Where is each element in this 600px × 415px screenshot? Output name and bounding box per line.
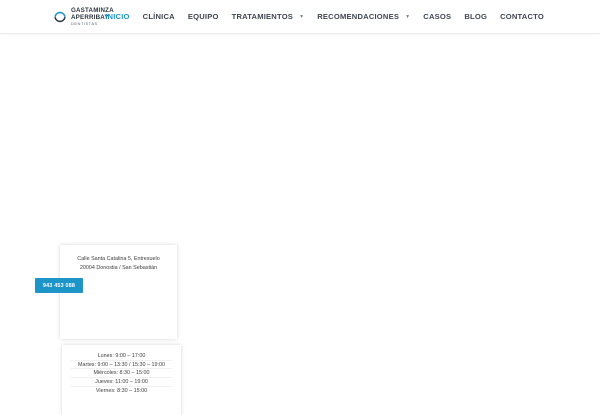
nav-label: CONTACTO [500, 12, 544, 21]
nav-label: EQUIPO [187, 12, 219, 21]
hours-text: Lunes: 9:00 – 17:00 [97, 353, 146, 359]
nav-item-recomendaciones[interactable]: RECOMENDACIONES ▼ [317, 12, 410, 21]
nav-label: CLÍNICA [142, 12, 175, 21]
hours-text: Jueves: 11:00 – 19:00 [95, 379, 148, 386]
address-line: Calle Santa Catalina 5, Entresuelo [77, 256, 160, 262]
site-header: GASTAMINZA APERRIBAY DENTISTAS INICIO CL… [0, 0, 600, 34]
chevron-down-icon: ▼ [299, 13, 305, 20]
hours-text: Viernes: 8:30 – 15:00 [95, 387, 148, 394]
nav-label: CASOS [423, 12, 452, 21]
nav-label: RECOMENDACIONES [317, 12, 400, 21]
chevron-down-icon: ▼ [405, 13, 411, 20]
main-nav: INICIO CLÍNICA EQUIPO TRATAMIENTOS ▼ REC… [92, 0, 544, 33]
hours-row: Martes: 9:00 – 13:30 / 15:30 – 19:00 [62, 361, 181, 370]
nav-item-contacto[interactable]: CONTACTO [500, 12, 544, 21]
hours-row: Lunes: 9:00 – 17:00 [62, 352, 181, 361]
hours-row: Miércoles: 8:30 – 15:00 [62, 369, 181, 379]
hours-text: Miércoles: 8:30 – 15:00 [93, 370, 150, 377]
nav-label: BLOG [464, 12, 488, 21]
nav-item-casos[interactable]: CASOS [423, 12, 451, 21]
nav-label: TRATAMIENTOS [231, 12, 294, 21]
hours-text: Martes: 9:00 – 13:30 / 15:30 – 19:00 [78, 361, 165, 368]
nav-item-tratamientos[interactable]: TRATAMIENTOS ▼ [232, 12, 305, 21]
address-line: 20004 Donostia / San Sebastián [79, 264, 158, 271]
nav-item-clinica[interactable]: CLÍNICA [143, 12, 175, 21]
opening-hours-card: Lunes: 9:00 – 17:00 Martes: 9:00 – 13:30… [62, 345, 181, 415]
phone-button[interactable]: 943 453 088 [35, 278, 83, 293]
logo-ring-icon [54, 11, 66, 23]
nav-item-blog[interactable]: BLOG [464, 12, 487, 21]
nav-item-inicio[interactable]: INICIO [105, 12, 129, 21]
nav-item-equipo[interactable]: EQUIPO [188, 12, 219, 21]
hours-row: Viernes: 8:30 – 15:00 [62, 387, 181, 396]
hours-row: Jueves: 11:00 – 19:00 [62, 378, 181, 387]
nav-label: INICIO [105, 12, 130, 21]
opening-hours-list: Lunes: 9:00 – 17:00 Martes: 9:00 – 13:30… [62, 352, 181, 396]
address-text: Calle Santa Catalina 5, Entresuelo 20004… [60, 255, 177, 272]
